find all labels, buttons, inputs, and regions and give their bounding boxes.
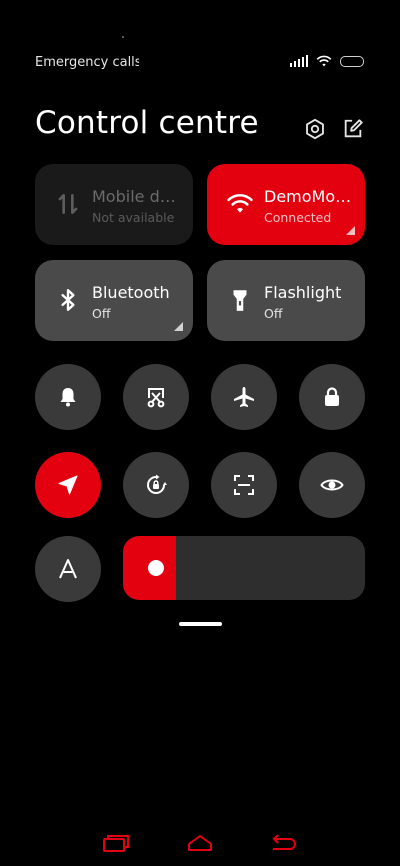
toggle-location[interactable] [35,452,101,518]
location-icon [58,475,78,495]
status-bar: Emergency calls only [0,0,400,100]
toggle-reading-mode[interactable] [299,452,365,518]
toggle-airplane-mode[interactable] [211,364,277,430]
tile-bluetooth-status: Off [92,306,111,321]
lock-icon [325,387,339,406]
signal-icon [290,55,308,67]
tile-mobile-data-label: Mobile data [92,187,180,206]
tile-wifi-status: Connected [264,210,332,225]
tile-bluetooth-expand-indicator[interactable] [174,322,183,331]
scissors-icon [147,388,165,408]
back-icon [272,834,296,850]
tile-wifi-label: DemoMode [264,187,352,206]
home-button[interactable] [185,832,215,854]
brightness-slider[interactable] [123,536,365,600]
bluetooth-icon [55,287,81,313]
status-carrier-text: Emergency calls only [35,55,139,70]
page-title: Control centre [35,105,259,141]
drag-handle[interactable] [179,622,222,626]
camera-dot [122,36,124,38]
edit-button[interactable] [341,117,365,141]
settings-button[interactable] [303,117,327,141]
tile-mobile-data[interactable]: Mobile data Not available [35,164,193,245]
eye-icon [320,479,344,491]
toggle-lock-screen[interactable] [299,364,365,430]
settings-icon [306,118,324,140]
battery-icon [340,55,364,67]
wifi-icon [227,191,253,217]
flashlight-icon [227,287,253,313]
navigation-bar [0,820,400,866]
back-button[interactable] [268,832,298,854]
bell-icon [60,388,76,407]
toggle-screenshot[interactable] [123,364,189,430]
home-icon [188,835,212,851]
tile-bluetooth-label: Bluetooth [92,283,170,302]
tile-flashlight[interactable]: Flashlight Off [207,260,365,341]
tile-bluetooth[interactable]: Bluetooth Off [35,260,193,341]
edit-icon [344,119,363,138]
toggle-font-size[interactable] [35,536,101,602]
toggle-ring[interactable] [35,364,101,430]
tile-wifi[interactable]: DemoMode Connected [207,164,365,245]
airplane-icon [234,387,254,407]
scan-icon [234,475,254,495]
tile-flashlight-status: Off [264,306,283,321]
toggle-auto-rotate[interactable] [123,452,189,518]
recents-icon [103,835,129,852]
toggle-scanner[interactable] [211,452,277,518]
tile-mobile-data-status: Not available [92,210,175,225]
font-a-icon [59,559,77,579]
tile-wifi-expand-indicator[interactable] [346,226,355,235]
tile-flashlight-label: Flashlight [264,283,342,302]
brightness-slider-knob[interactable] [148,560,164,576]
control-centre-header: Control centre [35,105,365,155]
rotate-lock-icon [147,474,167,494]
status-icons [290,55,364,67]
wifi-icon [316,55,332,67]
recents-button[interactable] [101,832,131,854]
mobile-data-icon [55,191,81,217]
